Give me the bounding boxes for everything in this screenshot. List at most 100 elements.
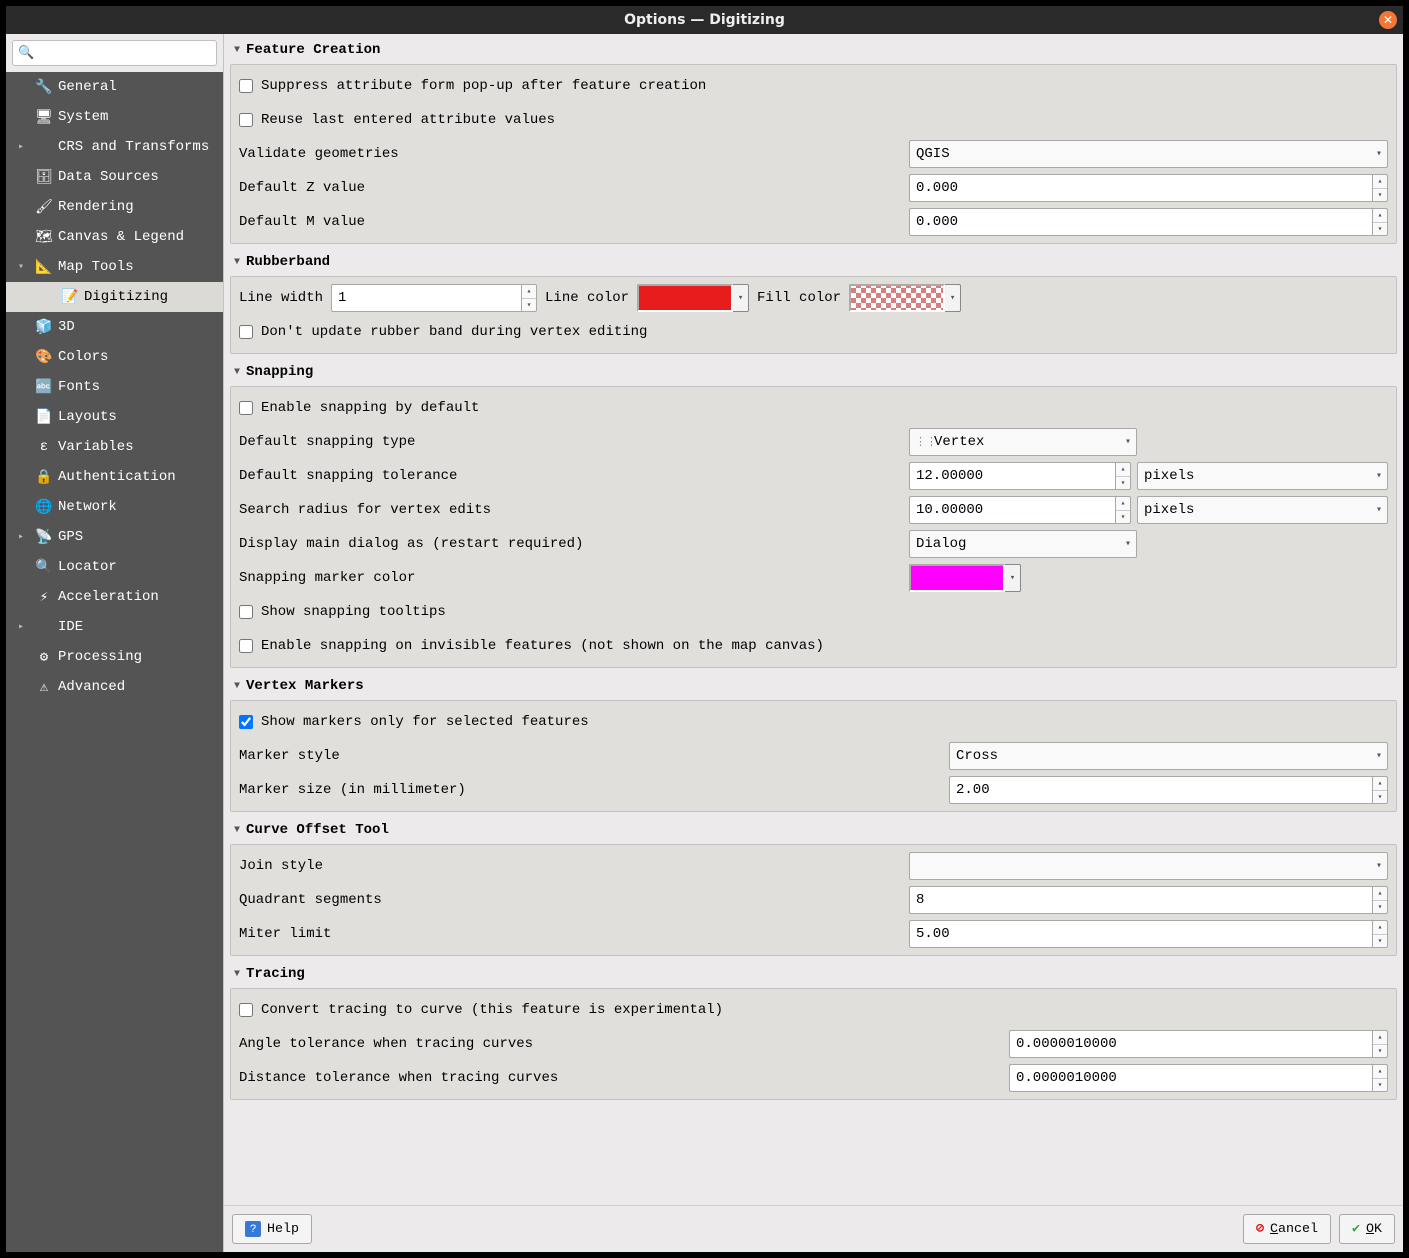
sidebar-item-gps[interactable]: ▸📡GPS [6, 522, 223, 552]
sidebar-item-crs-and-transforms[interactable]: ▸CRS and Transforms [6, 132, 223, 162]
sidebar-item-locator[interactable]: 🔍Locator [6, 552, 223, 582]
section-title-curve-offset: Curve Offset Tool [246, 822, 389, 838]
sidebar-item-processing[interactable]: ⚙Processing [6, 642, 223, 672]
sidebar-item-colors[interactable]: 🎨Colors [6, 342, 223, 372]
sidebar-item-advanced[interactable]: ⚠Advanced [6, 672, 223, 702]
snapping-tolerance-unit-select[interactable]: pixels [1137, 462, 1388, 490]
nav-item-icon: ⚙ [36, 649, 52, 666]
miter-limit-input[interactable] [909, 920, 1372, 948]
spin-down[interactable]: ▾ [1373, 223, 1387, 236]
spin-down[interactable]: ▾ [1373, 935, 1387, 948]
spin-up[interactable]: ▴ [1373, 887, 1387, 901]
sidebar-item-network[interactable]: 🌐Network [6, 492, 223, 522]
quadrant-segments-input[interactable] [909, 886, 1372, 914]
fill-color-button[interactable]: ▾ [849, 284, 961, 312]
nav-item-icon: 🖥 [36, 109, 52, 126]
miter-limit-label: Miter limit [239, 926, 909, 942]
disclose-icon[interactable]: ▼ [234, 825, 240, 836]
chevron-down-icon[interactable]: ▾ [1005, 564, 1021, 592]
spin-up[interactable]: ▴ [522, 285, 536, 299]
marker-style-select[interactable]: Cross [949, 742, 1388, 770]
nav-item-label: General [58, 79, 117, 95]
cancel-button[interactable]: ⊘ Cancel [1243, 1214, 1331, 1244]
disclose-icon[interactable]: ▼ [234, 681, 240, 692]
spin-down[interactable]: ▾ [1373, 791, 1387, 804]
reuse-last-checkbox[interactable] [239, 113, 253, 127]
search-input[interactable] [12, 40, 217, 66]
join-style-select[interactable] [909, 852, 1388, 880]
nav-item-icon: 📡 [36, 529, 52, 546]
disclose-icon[interactable]: ▼ [234, 257, 240, 268]
show-markers-selected-checkbox[interactable] [239, 715, 253, 729]
spin-down[interactable]: ▾ [522, 299, 536, 312]
spin-up[interactable]: ▴ [1373, 209, 1387, 223]
tree-expand-icon[interactable]: ▸ [18, 531, 24, 543]
spin-down[interactable]: ▾ [1373, 901, 1387, 914]
search-radius-unit-select[interactable]: pixels [1137, 496, 1388, 524]
tree-expand-icon[interactable]: ▾ [18, 261, 24, 273]
ok-button[interactable]: ✔ OK [1339, 1214, 1395, 1244]
default-z-label: Default Z value [239, 180, 909, 196]
spin-up[interactable]: ▴ [1373, 777, 1387, 791]
sidebar-item-3d[interactable]: 🧊3D [6, 312, 223, 342]
color-swatch-magenta [909, 564, 1005, 592]
validate-select[interactable]: QGIS [909, 140, 1388, 168]
tree-expand-icon[interactable]: ▸ [18, 621, 24, 633]
snapping-marker-color-button[interactable]: ▾ [909, 564, 1021, 592]
reuse-last-label: Reuse last entered attribute values [261, 112, 555, 128]
line-width-input[interactable] [331, 284, 521, 312]
default-m-input[interactable] [909, 208, 1372, 236]
suppress-popup-checkbox[interactable] [239, 79, 253, 93]
sidebar-item-map-tools[interactable]: ▾📐Map Tools [6, 252, 223, 282]
spin-down[interactable]: ▾ [1373, 1079, 1387, 1092]
sidebar-item-authentication[interactable]: 🔒Authentication [6, 462, 223, 492]
spin-down[interactable]: ▾ [1116, 477, 1130, 490]
nav-item-label: Authentication [58, 469, 176, 485]
spin-down[interactable]: ▾ [1373, 189, 1387, 202]
search-radius-input[interactable] [909, 496, 1115, 524]
spin-down[interactable]: ▾ [1116, 511, 1130, 524]
chevron-down-icon[interactable]: ▾ [733, 284, 749, 312]
distance-tolerance-input[interactable] [1009, 1064, 1372, 1092]
show-snapping-tooltips-checkbox[interactable] [239, 605, 253, 619]
marker-size-input[interactable] [949, 776, 1372, 804]
disclose-icon[interactable]: ▼ [234, 969, 240, 980]
sidebar-item-digitizing[interactable]: 📝Digitizing [6, 282, 223, 312]
close-icon[interactable]: ✕ [1379, 11, 1397, 29]
sidebar-item-general[interactable]: 🔧General [6, 72, 223, 102]
spin-up[interactable]: ▴ [1116, 463, 1130, 477]
line-color-button[interactable]: ▾ [637, 284, 749, 312]
sidebar-item-layouts[interactable]: 📄Layouts [6, 402, 223, 432]
dont-update-rubberband-checkbox[interactable] [239, 325, 253, 339]
snapping-tolerance-input[interactable] [909, 462, 1115, 490]
sidebar-item-fonts[interactable]: 🔤Fonts [6, 372, 223, 402]
enable-snapping-checkbox[interactable] [239, 401, 253, 415]
nav-item-label: Rendering [58, 199, 134, 215]
sidebar-item-rendering[interactable]: 🖌Rendering [6, 192, 223, 222]
spin-up[interactable]: ▴ [1116, 497, 1130, 511]
default-z-input[interactable] [909, 174, 1372, 202]
cancel-button-label: Cancel [1270, 1222, 1318, 1237]
sidebar-item-acceleration[interactable]: ⚡Acceleration [6, 582, 223, 612]
nav-item-label: Data Sources [58, 169, 159, 185]
tree-expand-icon[interactable]: ▸ [18, 141, 24, 153]
sidebar-item-data-sources[interactable]: 🗄Data Sources [6, 162, 223, 192]
enable-snapping-invisible-checkbox[interactable] [239, 639, 253, 653]
disclose-icon[interactable]: ▼ [234, 367, 240, 378]
spin-up[interactable]: ▴ [1373, 921, 1387, 935]
convert-tracing-checkbox[interactable] [239, 1003, 253, 1017]
spin-up[interactable]: ▴ [1373, 1065, 1387, 1079]
angle-tolerance-input[interactable] [1009, 1030, 1372, 1058]
chevron-down-icon[interactable]: ▾ [945, 284, 961, 312]
display-dialog-select[interactable]: Dialog [909, 530, 1137, 558]
sidebar-item-canvas-legend[interactable]: 🗺Canvas & Legend [6, 222, 223, 252]
sidebar-item-system[interactable]: 🖥System [6, 102, 223, 132]
spin-up[interactable]: ▴ [1373, 175, 1387, 189]
snapping-type-select[interactable]: Vertex [909, 428, 1137, 456]
help-button[interactable]: ? Help [232, 1214, 312, 1244]
sidebar-item-variables[interactable]: εVariables [6, 432, 223, 462]
disclose-icon[interactable]: ▼ [234, 45, 240, 56]
spin-down[interactable]: ▾ [1373, 1045, 1387, 1058]
sidebar-item-ide[interactable]: ▸IDE [6, 612, 223, 642]
spin-up[interactable]: ▴ [1373, 1031, 1387, 1045]
